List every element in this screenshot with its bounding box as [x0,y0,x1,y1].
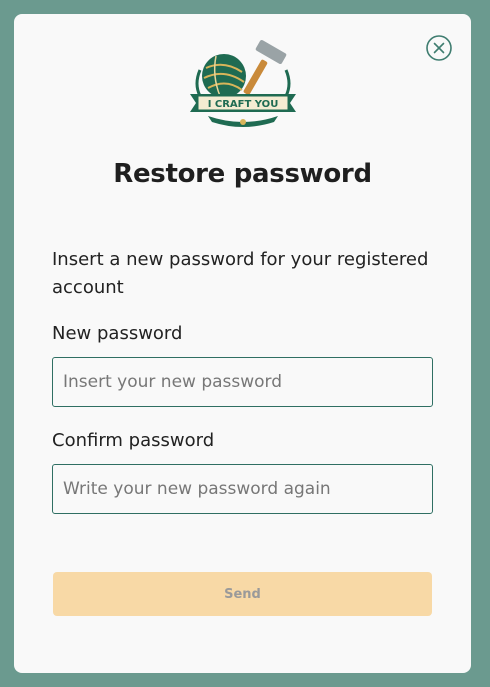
send-button[interactable]: Send [53,572,432,616]
close-icon [426,35,452,61]
restore-password-modal: I CRAFT YOU Restore password Insert a ne… [14,14,471,673]
new-password-input[interactable] [52,357,433,407]
page-title: Restore password [113,159,372,189]
close-button[interactable] [425,34,453,62]
new-password-label: New password [52,323,183,344]
logo-banner-text: I CRAFT YOU [208,99,279,110]
confirm-password-input[interactable] [52,464,433,514]
instructions-text: Insert a new password for your registere… [52,249,429,298]
confirm-password-label: Confirm password [52,430,215,451]
brand-logo: I CRAFT YOU [186,36,300,128]
